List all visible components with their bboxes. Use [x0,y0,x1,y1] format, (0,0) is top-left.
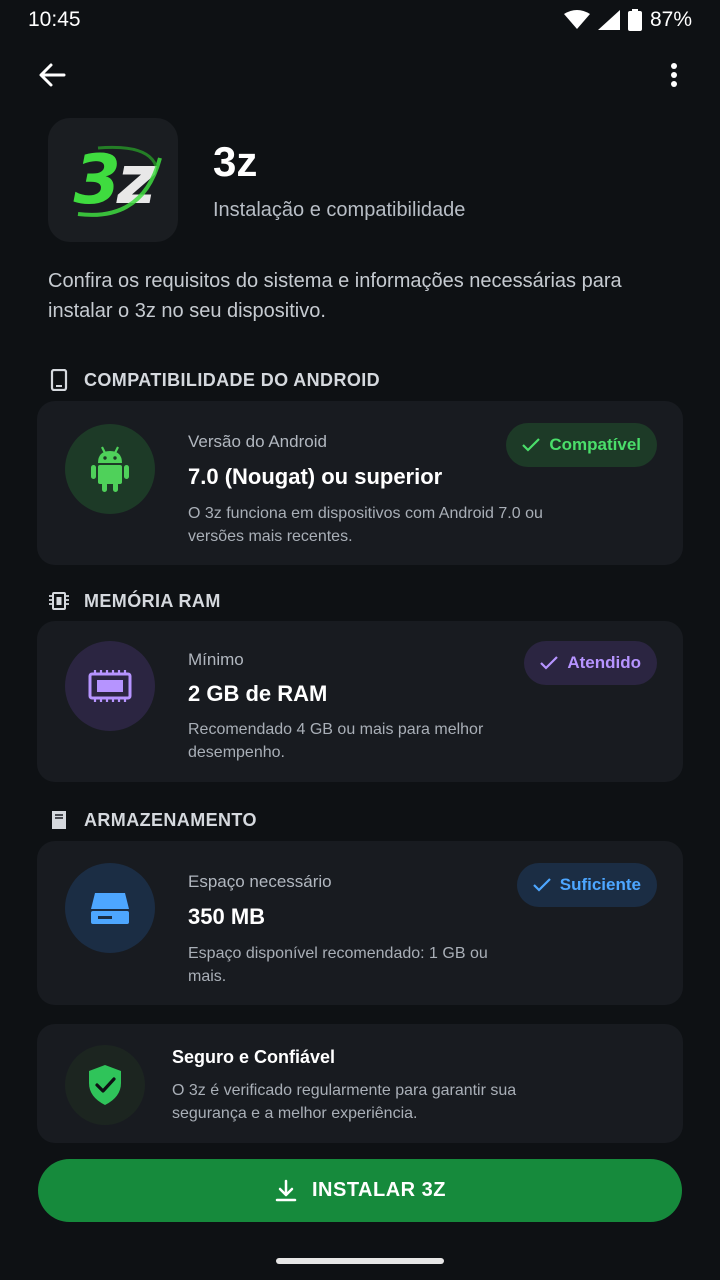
security-desc: O 3z é verificado regularmente para gara… [172,1082,517,1122]
storage-desc: Espaço disponível recomendado: 1 GB ou m… [188,945,488,985]
status-bar: 10:45 87% [0,0,720,40]
android-card: Versão do Android 7.0 (Nougat) ou superi… [37,401,683,565]
storage-value: 350 MB [188,904,266,929]
hard-drive-icon [91,893,129,924]
app-titles: 3z Instalação e compatibilidade [213,137,466,222]
check-icon [532,878,551,892]
security-title: Seguro e Confiável [172,1047,336,1067]
compatible-badge: Compatível [506,423,657,467]
ram-value: 2 GB de RAM [188,681,328,706]
more-vert-icon [671,63,677,87]
storage-icon-circle [65,863,155,953]
top-app-bar [0,52,720,96]
memory-icon [88,670,132,702]
storage-label: Espaço necessário [188,872,332,891]
check-icon [540,656,559,670]
android-label: Versão do Android [188,432,327,451]
app-header: 3z 3z Instalação e compatibilidade [48,118,465,242]
app-subtitle: Instalação e compatibilidade [213,198,466,221]
wifi-icon [563,10,590,29]
intro-text: Confira os requisitos do sistema e infor… [48,270,622,322]
signal-icon [597,10,620,30]
sd-card-icon [52,811,66,829]
ram-desc: Recomendado 4 GB ou mais para melhor des… [188,721,484,761]
app-name: 3z [213,137,258,185]
chip-icon [49,592,69,610]
check-icon [522,438,541,452]
section-title-android: COMPATIBILIDADE DO ANDROID [48,369,380,391]
download-icon [275,1179,297,1201]
shield-check-icon [89,1065,121,1105]
app-icon: 3z [48,118,178,242]
install-button-label: INSTALAR 3Z [311,1179,446,1201]
met-badge: Atendido [524,641,657,685]
swoosh-icon [77,145,162,217]
arrow-left-icon [39,63,66,87]
home-indicator[interactable] [276,1258,444,1264]
ram-card: Mínimo 2 GB de RAM Recomendado 4 GB ou m… [37,621,683,782]
android-desc: O 3z funciona em dispositivos com Androi… [188,505,543,545]
battery-level: 87% [649,8,692,31]
sufficient-badge: Suficiente [516,863,657,907]
status-icons: 87% [563,8,692,32]
more-options-button[interactable] [664,58,684,92]
android-value: 7.0 (Nougat) ou superior [188,464,443,489]
shield-icon-circle [65,1045,145,1125]
android-icon-circle [65,424,155,514]
section-title-ram: MEMÓRIA RAM [48,590,221,612]
security-card: Seguro e Confiável O 3z é verificado reg… [37,1024,683,1143]
android-icon [91,446,129,492]
install-button[interactable]: INSTALAR 3Z [38,1159,682,1222]
phone-icon [50,369,68,391]
back-button[interactable] [36,58,70,92]
storage-card: Espaço necessário 350 MB Espaço disponív… [37,841,683,1005]
ram-label: Mínimo [188,650,244,669]
battery-icon [627,9,642,31]
ram-icon-circle [65,641,155,731]
status-time: 10:45 [28,8,81,31]
section-title-storage: ARMAZENAMENTO [48,809,257,831]
